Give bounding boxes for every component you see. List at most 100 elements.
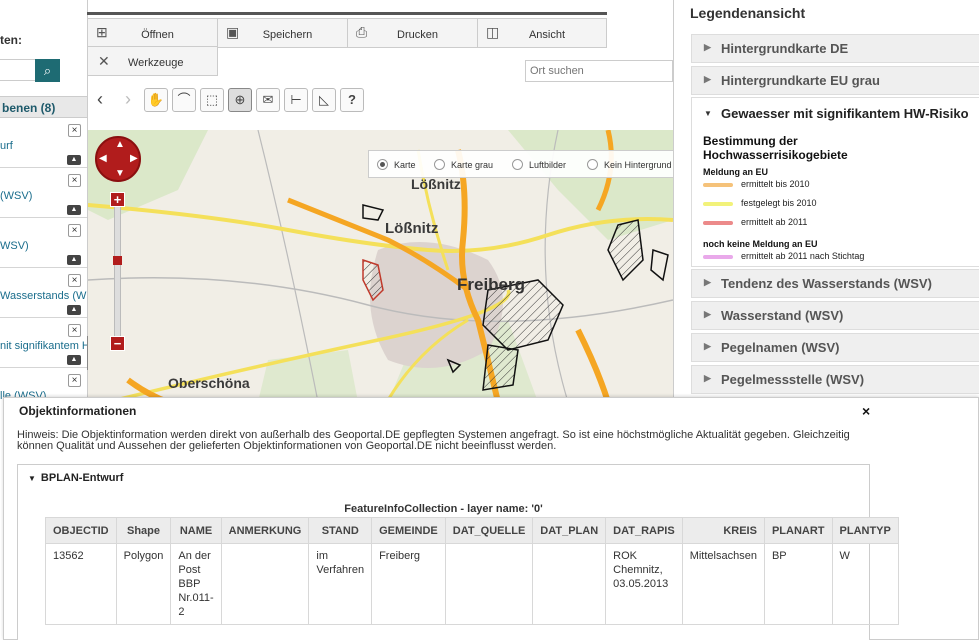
layer-item[interactable]: Wasserstands (W × ▲ [0, 268, 87, 318]
zoom-out-icon[interactable]: − [110, 336, 125, 351]
legend-entry: ermittelt ab 2011 nach Stichtag [703, 249, 979, 266]
legend-entry-label: ermittelt ab 2011 nach Stichtag [741, 251, 865, 261]
measure-area-icon[interactable]: ◺ [312, 88, 336, 112]
legend-row-label: Pegelmessstelle (WSV) [721, 372, 865, 387]
section-header[interactable]: ▼ BPLAN-Entwurf [28, 472, 123, 484]
remove-layer-icon[interactable]: × [68, 224, 81, 237]
layer-item[interactable]: WSV) × ▲ [0, 218, 87, 268]
basemap-option-karte-grau[interactable]: Karte grau [434, 159, 493, 170]
legend-row-label: Tendenz des Wasserstands (WSV) [721, 276, 932, 291]
zoom-slider[interactable] [114, 206, 121, 344]
layer-item[interactable]: urf × ▲ [0, 118, 87, 168]
forward-icon[interactable]: › [116, 88, 140, 112]
caret-right-icon: ▶ [704, 309, 711, 319]
pan-left-icon[interactable]: ◀ [99, 153, 107, 164]
legend-row[interactable]: ▶ Pegelnamen (WSV) [691, 333, 979, 362]
dialog-title: Objektinformationen [19, 404, 137, 418]
layer-item-label[interactable]: nit signifikantem H [0, 340, 87, 352]
legend-row[interactable]: ▶ Hintergrundkarte DE [691, 34, 979, 63]
radio-icon[interactable] [377, 159, 388, 170]
table-cell: An der Post BBP Nr.011-2 [170, 543, 222, 625]
risk-waterway [575, 328, 611, 402]
move-up-icon[interactable]: ▲ [67, 355, 81, 365]
rectangle-select-icon[interactable]: ⬚ [200, 88, 224, 112]
column-header: GEMEINDE [371, 517, 446, 544]
caret-right-icon: ▶ [704, 42, 711, 52]
remove-layer-icon[interactable]: × [68, 174, 81, 187]
caret-right-icon: ▶ [704, 74, 711, 84]
basemap-option-kein-hintergrund[interactable]: Kein Hintergrund [587, 159, 672, 170]
layer-item[interactable]: lle (WSV) × [0, 368, 87, 400]
pan-hand-icon[interactable]: ✋ [144, 88, 168, 112]
section-title: BPLAN-Entwurf [40, 472, 124, 484]
caret-right-icon: ▶ [704, 373, 711, 383]
basemap-label: Kein Hintergrund [604, 160, 672, 170]
print-button[interactable]: ⎙ Drucken [347, 18, 478, 48]
remove-layer-icon[interactable]: × [68, 374, 81, 387]
save-label: Speichern [262, 29, 313, 41]
legend-swatch [703, 221, 733, 225]
place-search-input[interactable] [525, 60, 673, 82]
tools-button[interactable]: ✕ Werkzeuge [87, 46, 218, 76]
column-header: Shape [115, 517, 172, 544]
column-header: KREIS [681, 517, 765, 544]
measure-distance-icon[interactable]: ⊢ [284, 88, 308, 112]
remove-layer-icon[interactable]: × [68, 124, 81, 137]
table-cell [220, 543, 310, 625]
move-up-icon[interactable]: ▲ [67, 305, 81, 315]
zoom-handle[interactable] [113, 256, 122, 265]
layer-item-label[interactable]: urf [0, 140, 13, 152]
legend-panel: Legendenansicht ▶ Hintergrundkarte DE ▶ … [673, 0, 979, 402]
basemap-option-luftbilder[interactable]: Luftbilder [512, 159, 566, 170]
save-button[interactable]: ▣ Speichern [217, 18, 348, 48]
view-label: Ansicht [528, 29, 566, 41]
pan-up-icon[interactable]: ▲ [115, 139, 125, 150]
layer-item[interactable]: nit signifikantem H × ▲ [0, 318, 87, 368]
layer-item[interactable]: (WSV) × ▲ [0, 168, 87, 218]
caret-down-icon[interactable]: ▼ [704, 109, 712, 118]
legend-row[interactable]: ▶ Pegelmessstelle (WSV) [691, 365, 979, 394]
plan-polygon[interactable] [650, 248, 669, 282]
move-up-icon[interactable]: ▲ [67, 155, 81, 165]
pan-right-icon[interactable]: ▶ [130, 153, 138, 164]
column-header: PLANTYP [831, 517, 899, 544]
map-label-loessnitz-top: Lößnitz [411, 176, 461, 192]
table-cell: W [831, 543, 899, 625]
remove-layer-icon[interactable]: × [68, 274, 81, 287]
layer-item-label[interactable]: Wasserstands (W [0, 290, 86, 302]
back-icon[interactable]: ‹ [88, 88, 112, 112]
remove-layer-icon[interactable]: × [68, 324, 81, 337]
pan-control[interactable]: ▲ ▼ ◀ ▶ [95, 136, 141, 182]
layer-list-header[interactable]: benen (8) [0, 96, 87, 118]
close-icon[interactable]: × [862, 403, 870, 419]
layer-item-label[interactable]: WSV) [0, 240, 29, 252]
radio-icon[interactable] [587, 159, 598, 170]
view-button[interactable]: ◫ Ansicht [477, 18, 607, 48]
help-icon[interactable]: ? [340, 88, 364, 112]
legend-layer-name[interactable]: Gewaesser mit signifikantem HW-Risiko [721, 106, 969, 121]
column-header: DAT_RAPIS [605, 517, 683, 544]
plan-polygon[interactable] [482, 344, 519, 391]
search-icon[interactable]: ⌕ [35, 59, 60, 82]
move-up-icon[interactable]: ▲ [67, 255, 81, 265]
layer-search-input[interactable] [0, 59, 36, 81]
radio-icon[interactable] [434, 159, 445, 170]
radio-icon[interactable] [512, 159, 523, 170]
legend-row[interactable]: ▶ Hintergrundkarte EU grau [691, 66, 979, 95]
lasso-select-icon[interactable]: ⌒ [172, 88, 196, 112]
mail-icon[interactable]: ✉ [256, 88, 280, 112]
basemap-option-karte[interactable]: Karte [377, 159, 416, 170]
zoom-in-icon[interactable]: + [110, 192, 125, 207]
object-info-dialog: Objektinformationen × Hinweis: Die Objek… [3, 397, 979, 640]
feature-info-icon[interactable]: ⊕ [228, 88, 252, 112]
column-header: STAND [308, 517, 373, 544]
layer-item-label[interactable]: (WSV) [0, 190, 32, 202]
legend-row[interactable]: ▶ Wasserstand (WSV) [691, 301, 979, 330]
legend-row[interactable]: ▶ Tendenz des Wasserstands (WSV) [691, 269, 979, 298]
pan-down-icon[interactable]: ▼ [115, 168, 125, 179]
move-up-icon[interactable]: ▲ [67, 205, 81, 215]
legend-row-label: Hintergrundkarte DE [721, 41, 849, 56]
legend-entry: ermittelt ab 2011 [703, 215, 979, 234]
plan-polygon[interactable] [362, 204, 385, 221]
open-button[interactable]: ⊞ Öffnen [87, 18, 218, 48]
